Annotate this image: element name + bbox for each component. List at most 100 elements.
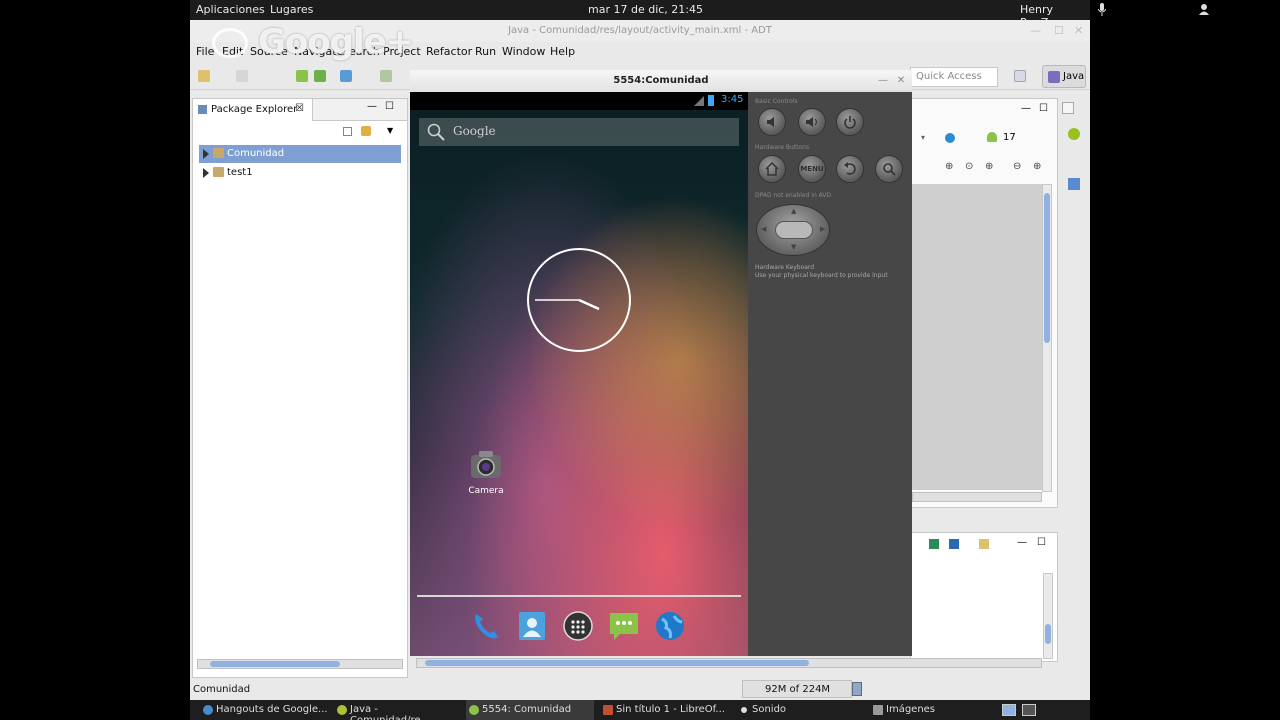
google-search-bar[interactable]: Google [419, 118, 739, 146]
contacts-icon[interactable] [516, 610, 548, 642]
zoom-in-icon[interactable]: ⊕ [1033, 161, 1041, 172]
camera-app[interactable]: Camera [462, 450, 510, 496]
layout-canvas[interactable] [912, 184, 1042, 490]
package-explorer-view: Package Explorer ☒ — ☐ ▼ Comunidad test1 [192, 98, 408, 678]
task-eclipse[interactable]: Java - Comunidad/re... [334, 700, 460, 720]
outline-tool-icon[interactable] [979, 539, 989, 549]
clock[interactable]: mar 17 de dic, 21:45 [588, 3, 703, 16]
dpad[interactable]: ▲ ▼ ◀ ▶ [756, 204, 830, 256]
workspace-1-button[interactable] [1002, 704, 1016, 716]
close-icon[interactable]: ✕ [894, 74, 908, 88]
android-api-icon[interactable] [987, 132, 997, 142]
maximize-view-icon[interactable]: ☐ [1037, 537, 1046, 548]
close-icon[interactable]: ✕ [1074, 24, 1083, 37]
api-level[interactable]: 17 [1003, 132, 1016, 143]
maximize-icon[interactable]: ☐ [1054, 24, 1064, 37]
link-editor-icon[interactable] [361, 126, 371, 136]
expand-icon[interactable] [203, 168, 209, 178]
java-perspective-button[interactable]: Java [1042, 65, 1086, 88]
maximize-view-icon[interactable]: ☐ [385, 101, 394, 112]
dropdown-arrow-icon[interactable]: ▾ [921, 133, 925, 142]
menu-run[interactable]: Run [475, 45, 496, 58]
new-icon[interactable] [198, 70, 210, 82]
home-button[interactable] [758, 155, 786, 183]
scroll-thumb[interactable] [1045, 624, 1051, 644]
save-icon[interactable] [236, 70, 248, 82]
phone-icon[interactable] [470, 610, 502, 642]
zoom-out-icon[interactable]: ⊖ [1013, 161, 1021, 172]
quick-access-input[interactable]: Quick Access [910, 67, 998, 87]
minimize-icon[interactable]: — [876, 74, 890, 88]
minimize-view-icon[interactable]: — [367, 101, 377, 112]
back-button[interactable] [836, 155, 864, 183]
maximize-view-icon[interactable]: ☐ [1039, 103, 1048, 114]
minimize-view-icon[interactable]: — [1021, 103, 1031, 114]
garbage-collect-icon[interactable] [852, 682, 862, 696]
restore-icon[interactable] [1062, 102, 1074, 114]
dpad-down-icon[interactable]: ▼ [791, 243, 796, 251]
search-button[interactable] [875, 155, 903, 183]
debug-icon[interactable] [380, 70, 392, 82]
outline-tool-icon[interactable] [949, 539, 959, 549]
dpad-up-icon[interactable]: ▲ [791, 207, 796, 215]
task-list-icon[interactable] [1068, 128, 1080, 140]
power-button[interactable] [836, 108, 864, 136]
task-emulator[interactable]: 5554: Comunidad [466, 700, 594, 720]
android-screen[interactable]: 3:45 Google Camera [410, 92, 748, 656]
project-comunidad[interactable]: Comunidad [199, 145, 401, 163]
project-test1[interactable]: test1 [199, 164, 401, 182]
canvas-vscroll[interactable] [1042, 184, 1052, 492]
microphone-icon[interactable] [1098, 3, 1106, 16]
dpad-left-icon[interactable]: ◀ [761, 225, 766, 233]
task-sound[interactable]: Sonido [736, 700, 816, 720]
dpad-right-icon[interactable]: ▶ [820, 225, 825, 233]
hardware-keyboard-note: Use your physical keyboard to provide in… [755, 272, 888, 279]
android-sdk-icon[interactable] [296, 70, 308, 82]
scroll-thumb[interactable] [210, 661, 340, 667]
android-clock: 3:45 [721, 94, 744, 105]
volume-down-button[interactable] [758, 108, 786, 136]
messaging-icon[interactable] [608, 610, 640, 642]
analog-clock-widget[interactable] [527, 248, 631, 352]
scroll-thumb[interactable] [425, 660, 809, 666]
outline-vscroll[interactable] [1043, 573, 1053, 659]
tab-package-explorer[interactable]: Package Explorer ☒ [193, 99, 313, 121]
minimize-view-icon[interactable]: — [1017, 537, 1027, 548]
outline-view-icon[interactable] [1068, 178, 1080, 190]
zoom-in-icon[interactable]: ⊕ [945, 161, 953, 172]
expand-icon[interactable] [203, 149, 209, 159]
package-explorer-hscroll[interactable] [197, 659, 403, 669]
theme-icon[interactable] [945, 133, 955, 143]
apps-icon[interactable] [562, 610, 594, 642]
heap-status[interactable]: 92M of 224M [742, 680, 852, 698]
view-menu-icon[interactable]: ▼ [387, 126, 393, 135]
zoom-fit-icon[interactable]: ⊙ [965, 161, 973, 172]
volume-up-button[interactable] [798, 108, 826, 136]
scroll-thumb[interactable] [1044, 193, 1050, 343]
lint-icon[interactable] [340, 70, 352, 82]
workspace-2-button[interactable] [1022, 704, 1036, 716]
menu-button[interactable]: MENU [798, 155, 826, 183]
open-perspective-icon[interactable] [1014, 70, 1026, 82]
menu-button-label: MENU [800, 165, 824, 173]
close-view-icon[interactable]: ☒ [295, 103, 304, 114]
menu-help[interactable]: Help [550, 45, 575, 58]
minimize-icon[interactable]: — [1030, 24, 1041, 37]
top-panel: Aplicaciones Lugares mar 17 de dic, 21:4… [190, 0, 1209, 29]
collapse-all-icon[interactable] [343, 127, 352, 136]
editor-hscroll[interactable] [416, 658, 1042, 668]
places-menu[interactable]: Lugares [270, 3, 313, 16]
canvas-hscroll[interactable] [912, 492, 1042, 502]
browser-icon[interactable] [654, 610, 686, 642]
taskbar: Hangouts de Google... Java - Comunidad/r… [190, 700, 1090, 720]
avd-manager-icon[interactable] [314, 70, 326, 82]
task-libreoffice[interactable]: Sin título 1 - LibreOf... [600, 700, 728, 720]
task-hangouts[interactable]: Hangouts de Google... [200, 700, 330, 720]
menu-refactor[interactable]: Refactor [426, 45, 472, 58]
dpad-center-button[interactable] [775, 221, 813, 239]
zoom-real-icon[interactable]: ⊕ [985, 161, 993, 172]
task-images[interactable]: Imágenes [870, 700, 960, 720]
outline-tool-icon[interactable] [929, 539, 939, 549]
menu-window[interactable]: Window [502, 45, 545, 58]
applications-menu[interactable]: Aplicaciones [196, 3, 265, 16]
